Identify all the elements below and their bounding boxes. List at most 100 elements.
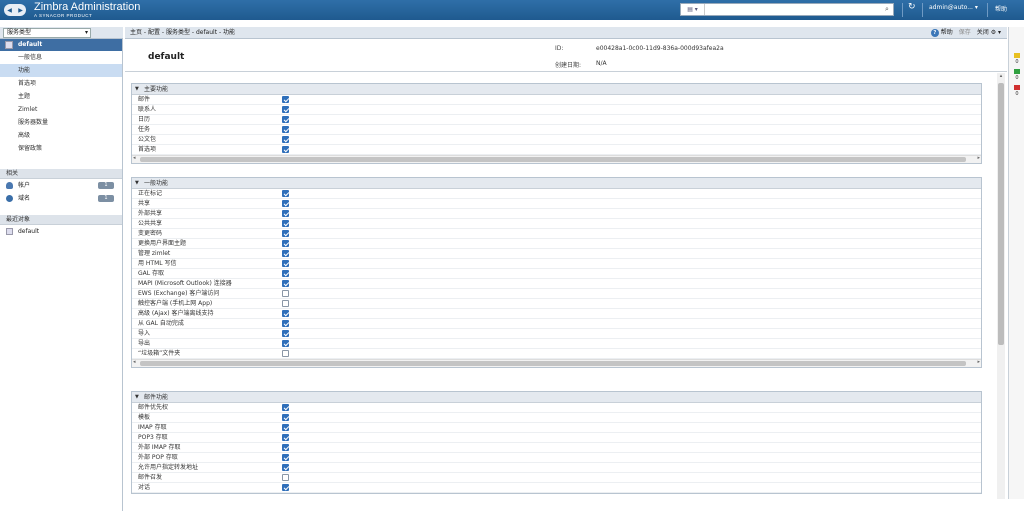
feature-checkbox[interactable]	[282, 240, 289, 247]
scroll-left-icon[interactable]: ◂	[133, 359, 136, 365]
service-type-dropdown[interactable]: 服务类型 ▾	[3, 28, 91, 38]
status-count: 0	[1015, 75, 1019, 81]
close-label: 关闭	[976, 29, 989, 36]
collapse-triangle-icon[interactable]: ▼	[135, 392, 139, 403]
feature-checkbox[interactable]	[282, 280, 289, 287]
feature-checkbox[interactable]	[282, 290, 289, 297]
nav-item-themes[interactable]: 主题	[0, 90, 122, 103]
nav-arrows[interactable]: ◀ ▶	[4, 4, 26, 16]
feature-row: 外部 POP 存取	[132, 453, 981, 463]
forward-arrow-icon[interactable]: ▶	[18, 7, 23, 14]
feature-checkbox[interactable]	[282, 260, 289, 267]
feature-label: 从 GAL 自动完成	[138, 320, 184, 327]
search-type-dropdown[interactable]: ▤ ▾	[681, 4, 705, 15]
refresh-icon[interactable]: ↻	[908, 2, 916, 12]
feature-checkbox[interactable]	[282, 220, 289, 227]
related-accounts[interactable]: 帐户 1	[0, 179, 122, 192]
help-link[interactable]: 帮助	[995, 4, 1007, 13]
feature-checkbox[interactable]	[282, 424, 289, 431]
scroll-thumb[interactable]	[998, 83, 1004, 345]
divider	[902, 3, 903, 17]
scroll-left-icon[interactable]: ◂	[133, 155, 136, 161]
feature-checkbox[interactable]	[282, 464, 289, 471]
nav-item-preferences[interactable]: 首选项	[0, 77, 122, 90]
feature-checkbox[interactable]	[282, 414, 289, 421]
flag-icon	[1014, 69, 1020, 74]
recent-item[interactable]: default	[0, 225, 122, 238]
feature-checkbox[interactable]	[282, 330, 289, 337]
feature-checkbox[interactable]	[282, 320, 289, 327]
back-arrow-icon[interactable]: ◀	[7, 7, 12, 14]
feature-checkbox[interactable]	[282, 270, 289, 277]
feature-checkbox[interactable]	[282, 210, 289, 217]
section-header[interactable]: ▼ 邮件功能	[132, 392, 981, 403]
gear-icon[interactable]: ⚙	[991, 29, 996, 36]
feature-checkbox[interactable]	[282, 340, 289, 347]
features-scroll-area[interactable]: ▼ 主要功能 邮件 联系人 日历 任务 公文包 首选项 ◂ ▸ ▼ 一般功能 正在标记 共享 外部共…	[125, 73, 995, 499]
status-warning[interactable]: 0	[1011, 53, 1023, 65]
scroll-thumb[interactable]	[140, 361, 966, 366]
feature-checkbox[interactable]	[282, 484, 289, 491]
scroll-right-icon[interactable]: ▸	[977, 359, 980, 365]
divider	[922, 3, 923, 17]
feature-checkbox[interactable]	[282, 250, 289, 257]
section-header[interactable]: ▼ 一般功能	[132, 178, 981, 189]
feature-label: 对话	[138, 484, 151, 491]
user-menu[interactable]: admin@auto... ▾	[929, 4, 978, 11]
status-ok[interactable]: 0	[1011, 69, 1023, 81]
section-title: 一般功能	[144, 180, 169, 187]
save-button[interactable]: 保存	[959, 27, 971, 39]
feature-label: 高级 (Ajax) 客户端离线支持	[138, 310, 214, 317]
feature-label: POP3 存取	[138, 434, 168, 441]
vertical-scrollbar[interactable]: ▴	[997, 73, 1005, 499]
feature-label: 管理 zimlet	[138, 250, 171, 257]
status-error[interactable]: 0	[1011, 85, 1023, 97]
nav-item-features[interactable]: 功能	[0, 64, 122, 77]
scroll-up-icon[interactable]: ▴	[997, 73, 1005, 79]
feature-checkbox[interactable]	[282, 474, 289, 481]
feature-checkbox[interactable]	[282, 230, 289, 237]
feature-label: “垃圾箱”文件夹	[138, 350, 181, 357]
nav-item-zimlet[interactable]: Zimlet	[0, 103, 122, 116]
feature-checkbox[interactable]	[282, 200, 289, 207]
nav-item-server-pool[interactable]: 服务器数量	[0, 116, 122, 129]
feature-checkbox[interactable]	[282, 350, 289, 357]
collapse-triangle-icon[interactable]: ▼	[135, 178, 139, 189]
search-input[interactable]	[705, 4, 881, 15]
related-domains[interactable]: 域名 1	[0, 192, 122, 205]
nav-item-advanced[interactable]: 高级	[0, 129, 122, 142]
feature-checkbox[interactable]	[282, 190, 289, 197]
feature-checkbox[interactable]	[282, 444, 289, 451]
feature-checkbox[interactable]	[282, 106, 289, 113]
feature-checkbox[interactable]	[282, 300, 289, 307]
search-box: ▤ ▾ ⌕	[680, 3, 894, 16]
nav-item-general[interactable]: 一般信息	[0, 51, 122, 64]
scroll-right-icon[interactable]: ▸	[977, 155, 980, 161]
feature-label: 任务	[138, 126, 151, 133]
horizontal-scrollbar[interactable]: ◂ ▸	[132, 155, 981, 163]
feature-row: POP3 存取	[132, 433, 981, 443]
section-header[interactable]: ▼ 主要功能	[132, 84, 981, 95]
nav-item-retention-policy[interactable]: 保留政策	[0, 142, 122, 155]
feature-checkbox[interactable]	[282, 404, 289, 411]
close-button[interactable]: 关闭 ⚙ ▾	[977, 27, 1001, 39]
user-name: admin@auto...	[929, 4, 973, 11]
feature-checkbox[interactable]	[282, 126, 289, 133]
current-object-header[interactable]: default	[0, 39, 122, 51]
feature-checkbox[interactable]	[282, 146, 289, 153]
collapse-triangle-icon[interactable]: ▼	[135, 84, 139, 95]
feature-checkbox[interactable]	[282, 116, 289, 123]
feature-checkbox[interactable]	[282, 96, 289, 103]
divider	[987, 3, 988, 17]
feature-checkbox[interactable]	[282, 454, 289, 461]
feature-checkbox[interactable]	[282, 136, 289, 143]
count-badge: 1	[98, 182, 114, 189]
feature-checkbox[interactable]	[282, 434, 289, 441]
help-button[interactable]: ? 帮助	[930, 27, 953, 39]
horizontal-scrollbar[interactable]: ◂ ▸	[132, 359, 981, 367]
current-object-label: default	[18, 41, 43, 48]
main-pane: 主页 - 配置 - 服务类型 - default - 功能 ? 帮助 保存 关闭…	[125, 27, 1007, 499]
feature-checkbox[interactable]	[282, 310, 289, 317]
search-icon[interactable]: ⌕	[881, 5, 893, 14]
scroll-thumb[interactable]	[140, 157, 966, 162]
